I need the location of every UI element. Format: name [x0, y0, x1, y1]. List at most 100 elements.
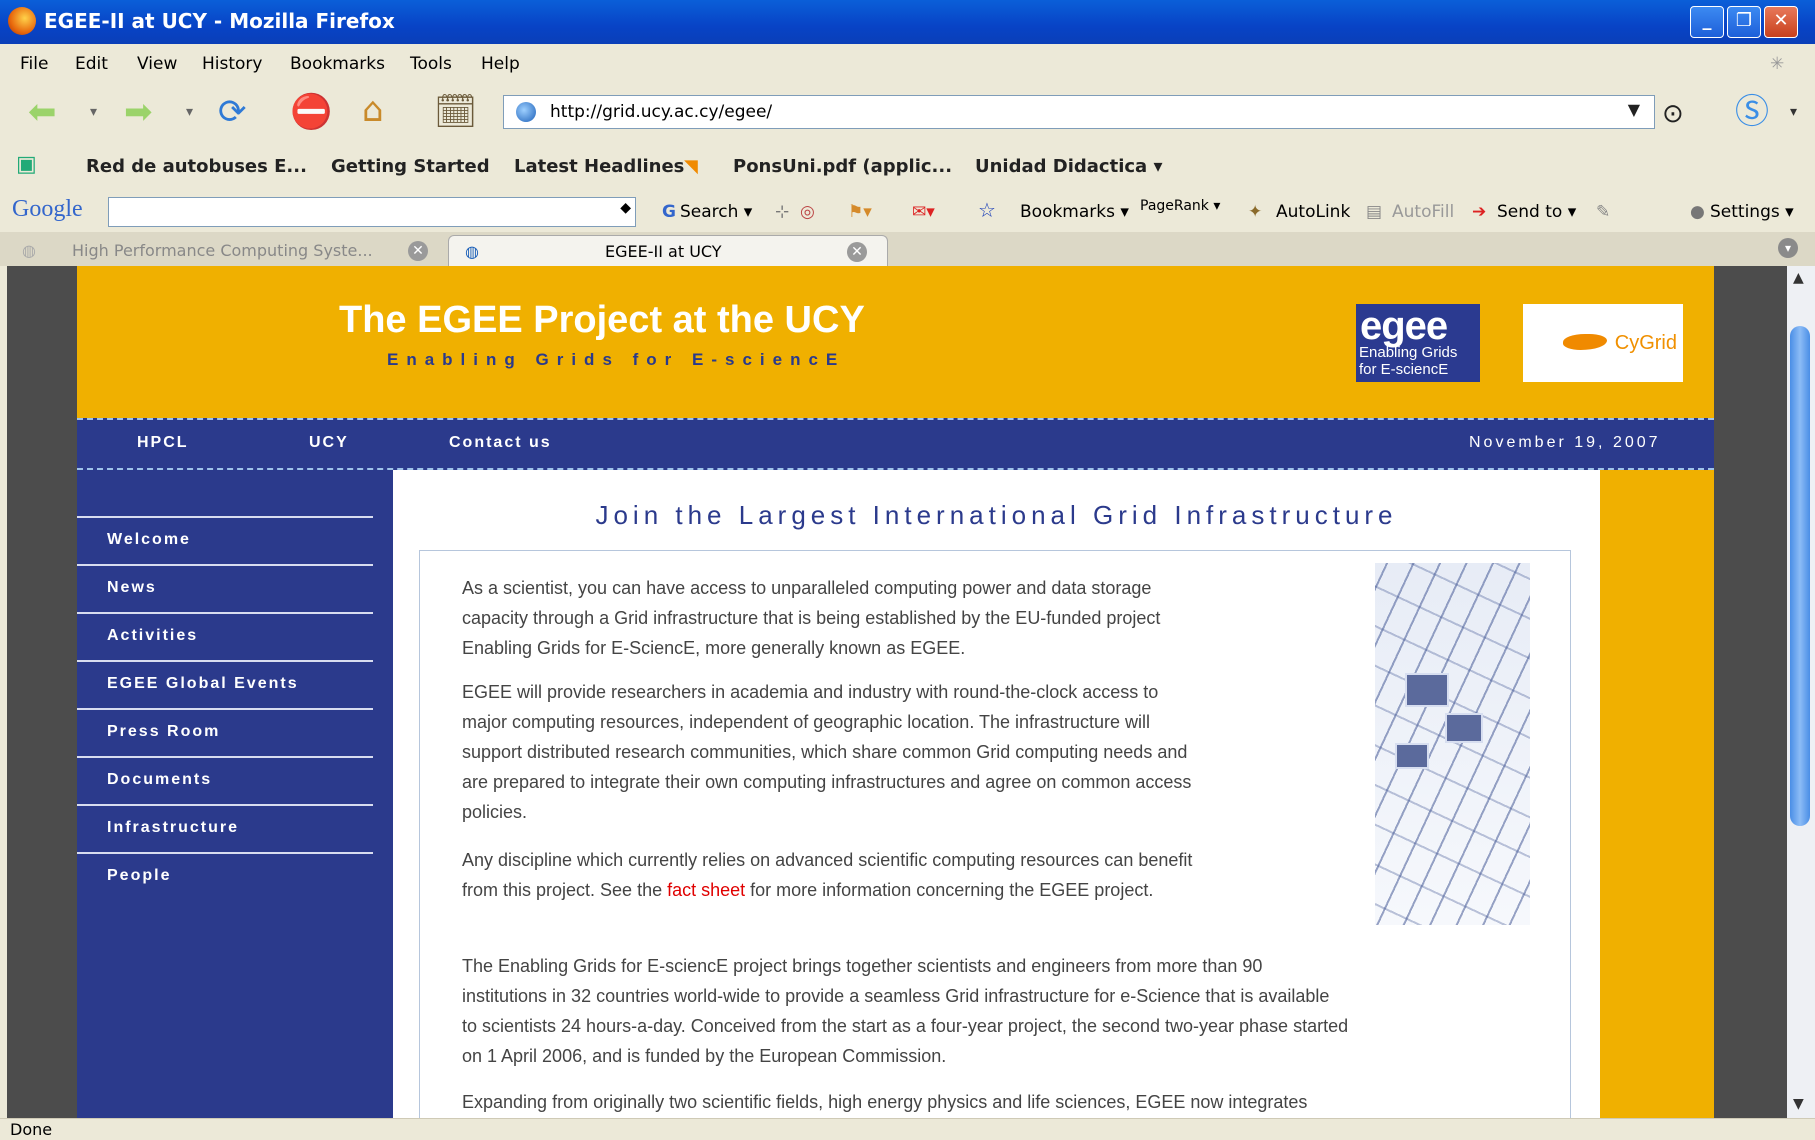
pagerank-button[interactable]: PageRank ▾ — [1140, 198, 1220, 214]
close-button[interactable]: ✕ — [1764, 6, 1798, 38]
news-icon[interactable]: ⚑▾ — [848, 202, 872, 222]
tab-egee-label: EGEE-II at UCY — [605, 242, 722, 261]
text-line: Enabling Grids for E-SciencE, more gener… — [462, 638, 966, 658]
text-line: institutions in 32 countries world-wide … — [462, 986, 1330, 1006]
send-to-button[interactable]: Send to ▾ — [1497, 202, 1576, 222]
bookmark-feed-icon[interactable]: ▣ — [16, 152, 37, 177]
sidebar-item-global-events[interactable]: EGEE Global Events — [77, 660, 373, 708]
skype-icon[interactable]: Ⓢ — [1735, 92, 1769, 132]
reload-icon[interactable]: ⟳ — [218, 92, 247, 132]
chip-shape — [1445, 713, 1483, 743]
address-dropdown-icon[interactable]: ▼ — [1628, 100, 1640, 119]
highlighter-icon[interactable]: ✎ — [1596, 202, 1610, 222]
tab-hpc-close-icon[interactable]: ✕ — [408, 241, 428, 261]
vertical-scrollbar[interactable]: ▲ ▼ — [1787, 266, 1815, 1118]
back-dropdown-icon[interactable]: ▾ — [90, 92, 97, 132]
text-line: policies. — [462, 802, 528, 822]
text-line: are prepared to integrate their own comp… — [462, 772, 1192, 792]
history-clock-icon[interactable]: 🗓 — [434, 92, 477, 132]
sidebar-item-label: EGEE Global Events — [107, 675, 299, 692]
paragraph-1: As a scientist, you can have access to u… — [462, 573, 1160, 663]
tab-hpc[interactable]: ◍ High Performance Computing Syste... ✕ — [22, 235, 442, 266]
cyprus-map-icon — [1563, 334, 1607, 350]
popup-blocker-icon[interactable]: ◎ — [800, 202, 815, 222]
menu-bookmarks[interactable]: Bookmarks — [290, 54, 385, 74]
text-line: on 1 April 2006, and is funded by the Eu… — [462, 1046, 947, 1066]
list-all-tabs-icon[interactable]: ▾ — [1778, 238, 1798, 258]
star-bookmark-icon[interactable]: ☆ — [978, 198, 996, 222]
menu-file[interactable]: File — [20, 54, 48, 74]
tab-egee[interactable]: ◍ EGEE-II at UCY ✕ — [448, 235, 888, 267]
autofill-icon: ▤ — [1366, 202, 1383, 222]
sidebar-item-people[interactable]: People — [77, 852, 373, 900]
scrollbar-thumb[interactable] — [1790, 326, 1810, 826]
menu-history[interactable]: History — [202, 54, 262, 74]
status-text: Done — [10, 1120, 53, 1139]
scroll-down-arrow-icon[interactable]: ▼ — [1793, 1096, 1804, 1112]
main-content: Join the Largest International Grid Infr… — [393, 470, 1600, 1118]
cygrid-logo-text: CyGrid — [1614, 332, 1677, 354]
bookmark-ponsuni-pdf[interactable]: PonsUni.pdf (applic... — [733, 156, 952, 177]
google-search-button[interactable]: Search ▾ — [680, 202, 752, 222]
menu-help[interactable]: Help — [481, 54, 520, 74]
google-logo[interactable]: Google — [12, 196, 83, 223]
sidebar-item-news[interactable]: News — [77, 564, 373, 612]
cygrid-logo[interactable]: CyGrid — [1523, 304, 1683, 382]
menu-edit[interactable]: Edit — [75, 54, 108, 74]
right-column — [1600, 470, 1714, 1118]
autofill-button[interactable]: AutoFill — [1392, 202, 1454, 222]
sidebar-item-label: News — [107, 579, 157, 596]
bookmark-red-autobuses[interactable]: Red de autobuses E... — [86, 156, 307, 177]
text-line: Any discipline which currently relies on… — [462, 850, 1193, 870]
tab-egee-close-icon[interactable]: ✕ — [847, 242, 867, 262]
home-icon[interactable]: ⌂ — [362, 90, 384, 130]
text-line: capacity through a Grid infrastructure t… — [462, 608, 1161, 628]
settings-button[interactable]: Settings ▾ — [1710, 202, 1794, 222]
sidebar-item-label: Press Room — [107, 723, 221, 740]
sidebar-item-label: Infrastructure — [107, 819, 240, 836]
go-button-icon[interactable]: ⊙ — [1662, 94, 1684, 134]
sidebar-item-label: Welcome — [107, 531, 191, 548]
back-arrow-icon[interactable]: ⬅ — [28, 92, 57, 132]
bookmark-unidad-didactica[interactable]: Unidad Didactica ▾ — [975, 156, 1163, 177]
google-search-input[interactable]: ◆ — [108, 197, 636, 227]
menu-view[interactable]: View — [137, 54, 177, 74]
firefox-icon — [8, 7, 36, 35]
maximize-button[interactable]: ❐ — [1727, 6, 1761, 38]
skype-dropdown-icon[interactable]: ▾ — [1790, 92, 1797, 132]
sidebar-item-press-room[interactable]: Press Room — [77, 708, 373, 756]
menu-bar: File Edit View History Bookmarks Tools H… — [0, 44, 1815, 83]
forward-arrow-icon[interactable]: ➡ — [124, 92, 153, 132]
sidebar-item-activities[interactable]: Activities — [77, 612, 373, 660]
sidebar-item-label: Documents — [107, 771, 213, 788]
nav-contact-us[interactable]: Contact us — [449, 434, 552, 452]
tab-hpc-label: High Performance Computing Syste... — [72, 241, 373, 260]
menu-tools[interactable]: Tools — [410, 54, 452, 74]
address-url[interactable]: http://grid.ucy.ac.cy/egee/ — [550, 102, 772, 122]
minimize-button[interactable]: _ — [1690, 6, 1724, 38]
stop-icon[interactable]: ⛔ — [290, 92, 332, 132]
page-viewport: The EGEE Project at the UCY Enabling Gri… — [7, 266, 1787, 1118]
top-navigation: HPCL UCY Contact us November 19, 2007 — [77, 418, 1714, 470]
sidebar-item-welcome[interactable]: Welcome — [77, 516, 373, 564]
chip-shape — [1405, 673, 1449, 707]
gmail-icon[interactable]: ✉▾ — [912, 202, 935, 222]
fact-sheet-link[interactable]: fact sheet — [667, 880, 745, 900]
bookmark-getting-started[interactable]: Getting Started — [331, 156, 490, 177]
nav-hpcl[interactable]: HPCL — [137, 434, 189, 452]
autolink-button[interactable]: AutoLink — [1276, 202, 1350, 222]
scroll-up-arrow-icon[interactable]: ▲ — [1793, 270, 1804, 286]
text-line: EGEE will provide researchers in academi… — [462, 682, 1159, 702]
throbber-icon: ✳ — [1770, 54, 1785, 74]
nav-ucy[interactable]: UCY — [309, 434, 349, 452]
address-bar[interactable]: http://grid.ucy.ac.cy/egee/ ▼ — [503, 95, 1655, 129]
google-search-dropdown-icon[interactable]: ◆ — [620, 200, 631, 216]
sidebar-item-documents[interactable]: Documents — [77, 756, 373, 804]
bookmark-latest-headlines[interactable]: Latest Headlines — [514, 156, 684, 177]
google-bookmarks-button[interactable]: Bookmarks ▾ — [1020, 202, 1129, 222]
separator-icon: ⊹ — [775, 202, 790, 222]
forward-dropdown-icon[interactable]: ▾ — [186, 92, 193, 132]
sidebar-item-infrastructure[interactable]: Infrastructure — [77, 804, 373, 852]
egee-logo-line1: Enabling Grids — [1359, 344, 1458, 361]
egee-logo[interactable]: egee Enabling Grids for E-sciencE — [1356, 304, 1480, 382]
